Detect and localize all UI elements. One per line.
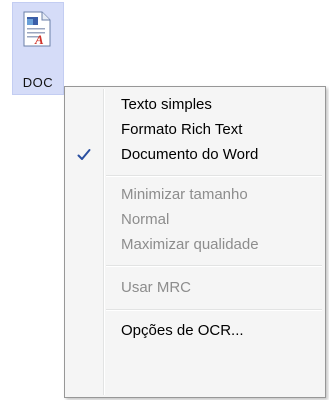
- menu-item-label: Maximizar qualidade: [121, 236, 259, 253]
- menu-separator: [106, 265, 322, 267]
- menu-item-label: Opções de OCR...: [121, 322, 244, 339]
- context-menu: Texto simples Formato Rich Text Document…: [64, 86, 326, 398]
- menu-item-label: Formato Rich Text: [121, 121, 243, 138]
- menu-item-normal[interactable]: Normal: [67, 208, 323, 232]
- menu-item-minimize-size[interactable]: Minimizar tamanho: [67, 183, 323, 207]
- menu-item-word-document[interactable]: Documento do Word: [67, 143, 323, 167]
- screen: A DOC Texto simples Formato Rich Text Do…: [0, 0, 329, 400]
- menu-item-rich-text-format[interactable]: Formato Rich Text: [67, 118, 323, 142]
- menu-item-label: Minimizar tamanho: [121, 186, 248, 203]
- checkmark-icon: [77, 149, 91, 160]
- doc-label: DOC: [22, 75, 54, 90]
- word-document-icon: A: [23, 11, 51, 47]
- menu-item-label: Texto simples: [121, 96, 212, 113]
- menu-item-maximize-quality[interactable]: Maximizar qualidade: [67, 233, 323, 257]
- menu-item-label: Documento do Word: [121, 146, 259, 163]
- menu-item-label: Usar MRC: [121, 279, 191, 296]
- menu-item-use-mrc[interactable]: Usar MRC: [67, 276, 323, 300]
- menu-item-ocr-options[interactable]: Opções de OCR...: [67, 319, 323, 343]
- doc-format-button[interactable]: A DOC: [12, 2, 64, 95]
- menu-separator: [106, 309, 322, 311]
- menu-item-plain-text[interactable]: Texto simples: [67, 93, 323, 117]
- svg-text:A: A: [34, 32, 44, 47]
- menu-separator: [106, 175, 322, 177]
- menu-item-label: Normal: [121, 211, 170, 228]
